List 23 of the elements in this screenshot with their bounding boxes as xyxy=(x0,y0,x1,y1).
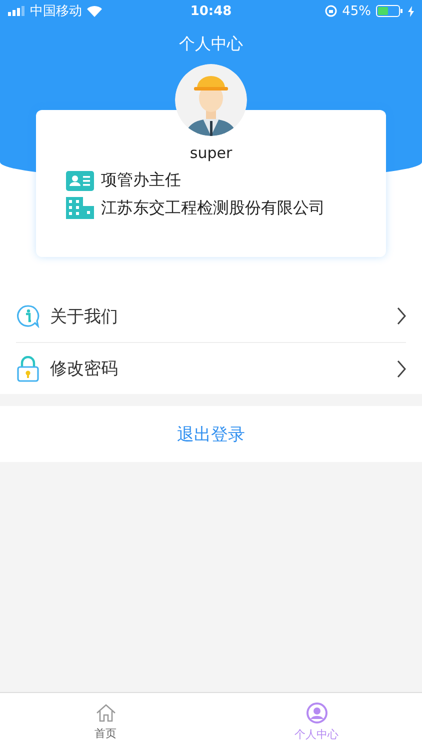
username: super xyxy=(190,144,232,162)
page-title: 个人中心 xyxy=(179,34,243,55)
charging-icon xyxy=(408,6,414,16)
logout-button[interactable]: 退出登录 xyxy=(0,406,422,462)
chevron-icon xyxy=(397,307,406,325)
job-title: 项管办主任 xyxy=(101,170,181,191)
id-card-icon xyxy=(66,170,94,190)
rotation-lock-icon xyxy=(325,5,338,17)
home-icon xyxy=(94,702,116,722)
wifi-icon xyxy=(87,6,102,16)
user-icon xyxy=(306,702,328,724)
menu-item[interactable]: 关于我们 xyxy=(16,290,406,342)
info-icon xyxy=(16,304,40,328)
building-icon xyxy=(66,197,94,219)
battery-icon xyxy=(376,5,404,17)
tab[interactable]: 首页 xyxy=(0,693,211,750)
chevron-icon xyxy=(397,360,406,378)
carrier-name: 中国移动 xyxy=(30,3,82,20)
signal-icon xyxy=(8,6,25,16)
padlock-icon xyxy=(16,356,40,382)
battery-percent: 45% xyxy=(342,4,372,18)
company-name: 江苏东交工程检测股份有限公司 xyxy=(101,198,325,218)
status-time: 10:48 xyxy=(190,4,232,18)
